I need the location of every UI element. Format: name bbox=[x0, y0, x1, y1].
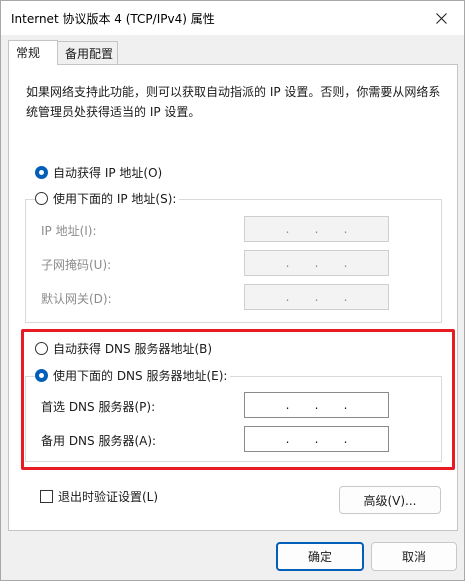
tab-general[interactable]: 常规 bbox=[8, 40, 58, 65]
title-bar: Internet 协议版本 4 (TCP/IPv4) 属性 bbox=[1, 1, 464, 35]
ip-manual-radio[interactable] bbox=[35, 192, 48, 205]
ip-manual-label: 使用下面的 IP 地址(S): bbox=[53, 192, 177, 206]
close-icon bbox=[435, 12, 447, 24]
ip-auto-label: 自动获得 IP 地址(O) bbox=[53, 166, 163, 180]
subnet-mask-input: . . . bbox=[244, 250, 389, 276]
validate-on-exit-option[interactable]: 退出时验证设置(L) bbox=[40, 488, 158, 505]
ip-auto-radio[interactable] bbox=[35, 166, 48, 179]
dns-highlight-box bbox=[21, 329, 455, 470]
ok-button[interactable]: 确定 bbox=[276, 542, 364, 571]
ip-address-label: IP 地址(I): bbox=[41, 224, 97, 238]
description-text: 如果网络支持此功能，则可以获取自动指派的 IP 设置。否则，你需要从网络系统管理… bbox=[26, 85, 441, 119]
validate-on-exit-checkbox[interactable] bbox=[40, 490, 53, 503]
close-button[interactable] bbox=[418, 1, 464, 35]
ip-manual-option[interactable]: 使用下面的 IP 地址(S): bbox=[35, 190, 180, 207]
window-title: Internet 协议版本 4 (TCP/IPv4) 属性 bbox=[11, 12, 215, 26]
default-gateway-input: . . . bbox=[244, 284, 389, 310]
properties-dialog: Internet 协议版本 4 (TCP/IPv4) 属性 常规 备用配置 如果… bbox=[0, 0, 465, 581]
validate-on-exit-label: 退出时验证设置(L) bbox=[58, 490, 159, 504]
ip-address-input: . . . bbox=[244, 216, 389, 242]
default-gateway-label: 默认网关(D): bbox=[41, 292, 112, 306]
subnet-mask-label: 子网掩码(U): bbox=[41, 258, 112, 272]
advanced-button[interactable]: 高级(V)... bbox=[339, 486, 441, 514]
ip-auto-option[interactable]: 自动获得 IP 地址(O) bbox=[35, 164, 166, 181]
cancel-button[interactable]: 取消 bbox=[371, 542, 457, 571]
tab-alternate-config[interactable]: 备用配置 bbox=[58, 41, 118, 64]
